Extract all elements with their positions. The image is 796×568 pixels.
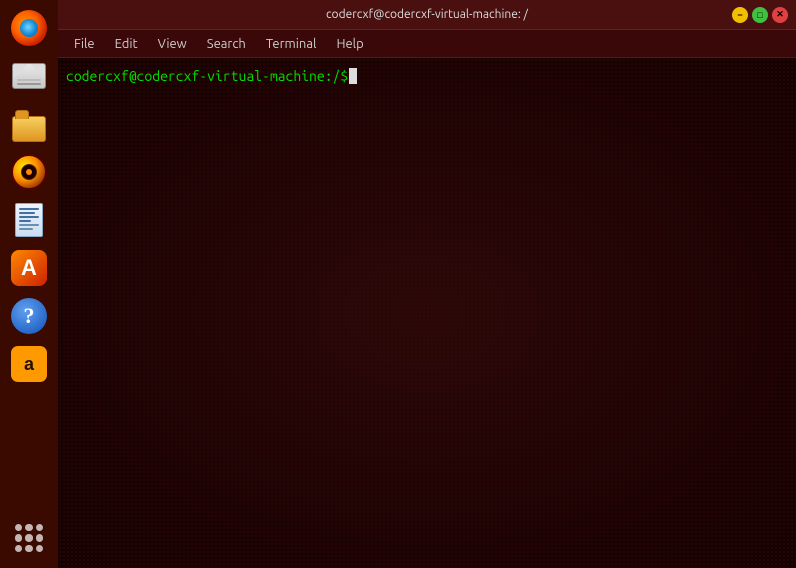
cursor [349, 68, 357, 84]
sidebar-item-email[interactable] [7, 54, 51, 98]
sidebar-item-firefox[interactable] [7, 6, 51, 50]
minimize-button[interactable]: − [732, 7, 748, 23]
sidebar-item-applications[interactable] [7, 516, 51, 560]
sidebar-item-writer[interactable] [7, 198, 51, 242]
terminal-prompt: codercxf@codercxf-virtual-machine:/$ [66, 68, 788, 84]
menu-file[interactable]: File [66, 35, 103, 53]
window-controls: − □ ✕ [732, 7, 788, 23]
sidebar-item-files[interactable] [7, 102, 51, 146]
menu-terminal[interactable]: Terminal [258, 35, 325, 53]
close-button[interactable]: ✕ [772, 7, 788, 23]
window-title: codercxf@codercxf-virtual-machine: / [122, 8, 732, 21]
sidebar-item-appstore[interactable]: A [7, 246, 51, 290]
sidebar-item-help[interactable]: ? [7, 294, 51, 338]
menubar: File Edit View Search Terminal Help [58, 30, 796, 58]
menu-help[interactable]: Help [328, 35, 371, 53]
maximize-button[interactable]: □ [752, 7, 768, 23]
main-window: codercxf@codercxf-virtual-machine: / − □… [58, 0, 796, 568]
menu-search[interactable]: Search [199, 35, 254, 53]
menu-view[interactable]: View [150, 35, 195, 53]
sidebar: A ? a [0, 0, 58, 568]
terminal-area[interactable]: codercxf@codercxf-virtual-machine:/$ [58, 58, 796, 568]
sidebar-item-amazon[interactable]: a [7, 342, 51, 386]
sidebar-item-music[interactable] [7, 150, 51, 194]
prompt-text: codercxf@codercxf-virtual-machine:/$ [66, 68, 348, 84]
menu-edit[interactable]: Edit [107, 35, 146, 53]
titlebar: codercxf@codercxf-virtual-machine: / − □… [58, 0, 796, 30]
